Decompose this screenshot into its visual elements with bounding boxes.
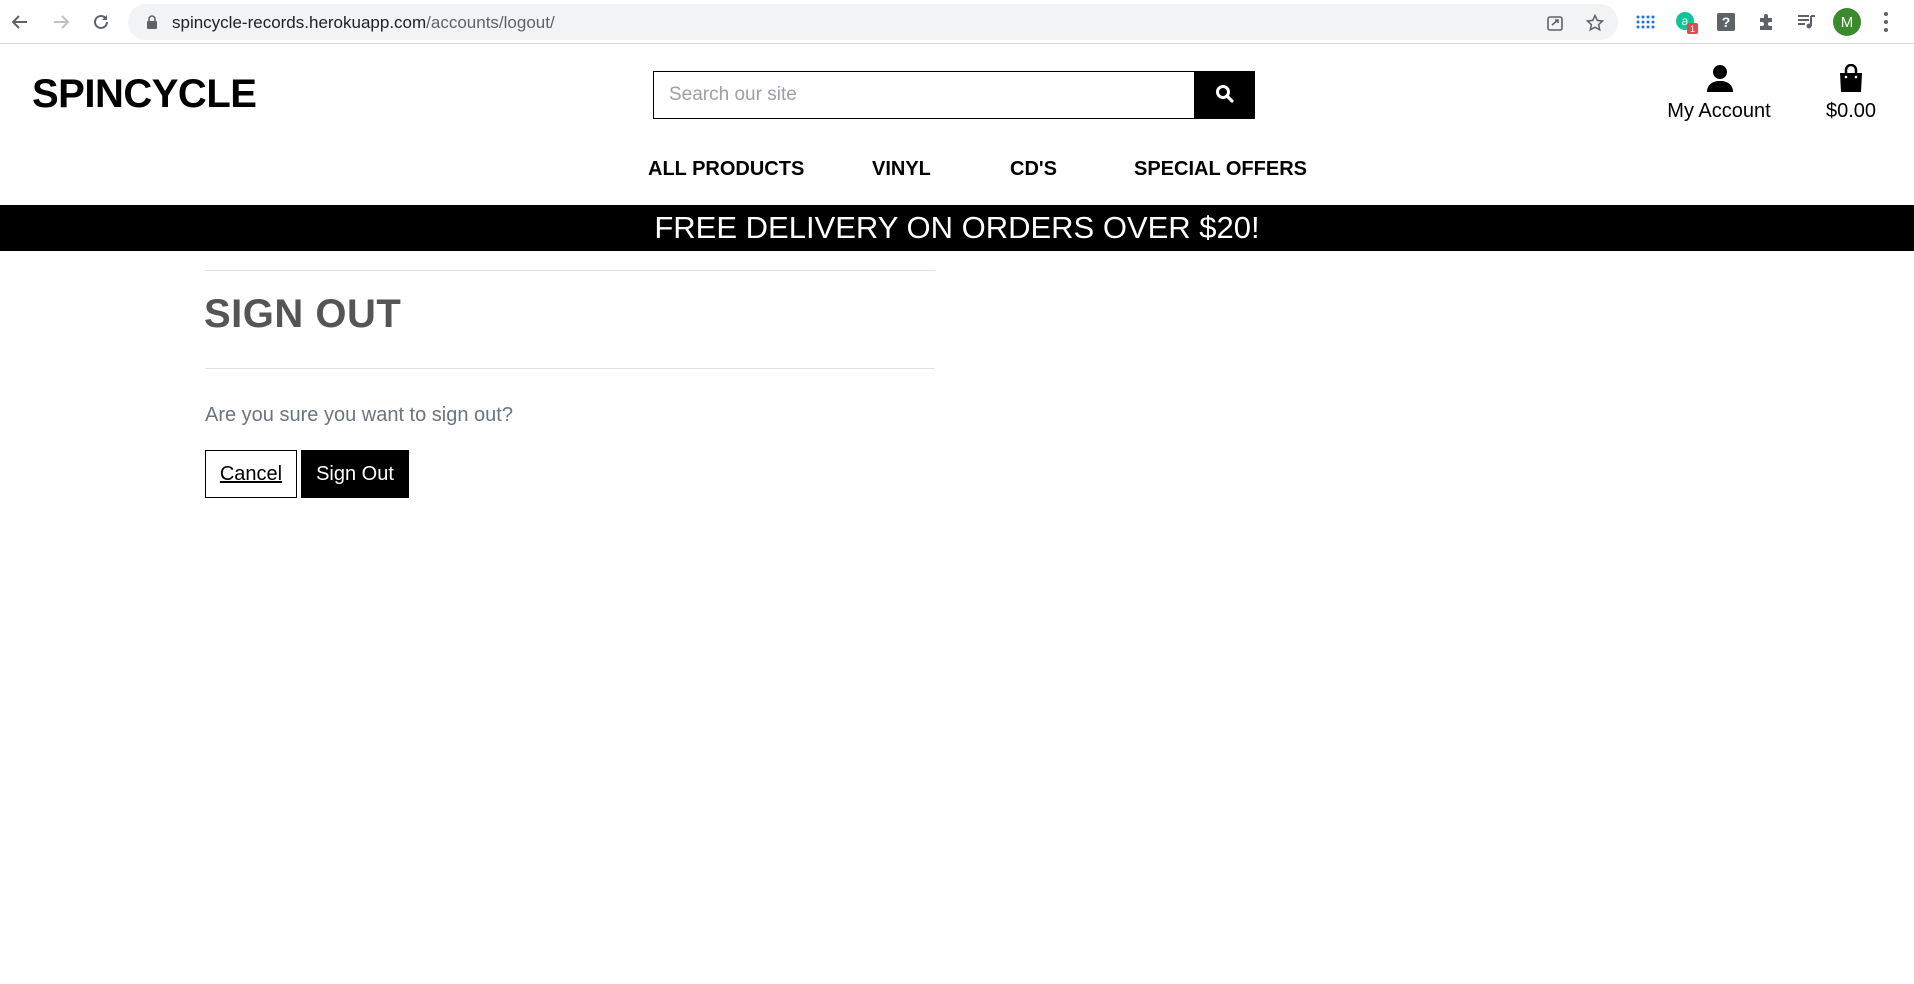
grid-extension-icon[interactable]: [1634, 10, 1658, 34]
bookmark-star-icon[interactable]: [1584, 12, 1606, 34]
search-form: [653, 71, 1255, 119]
reload-icon[interactable]: [87, 8, 115, 36]
nav-vinyl[interactable]: VINYL: [872, 158, 931, 181]
lock-icon: [146, 15, 158, 29]
page-title: SIGN OUT: [204, 292, 402, 336]
help-extension-icon[interactable]: ?: [1714, 10, 1738, 34]
extension-badge: 1: [1690, 24, 1695, 34]
sign-out-button[interactable]: Sign Out: [301, 450, 409, 498]
site-logo[interactable]: SPINCYCLE: [32, 72, 257, 117]
search-icon: [1215, 84, 1235, 107]
nav-all-products[interactable]: ALL PRODUCTS: [648, 158, 804, 181]
shopping-bag-icon: [1839, 63, 1863, 97]
svg-text:?: ?: [1722, 14, 1731, 30]
shopping-bag-link[interactable]: $0.00: [1820, 63, 1882, 124]
bag-total: $0.00: [1825, 100, 1877, 122]
signout-confirm-text: Are you sure you want to sign out?: [205, 404, 513, 426]
divider-bottom: [205, 368, 935, 369]
search-input[interactable]: [653, 71, 1194, 119]
profile-initial: M: [1840, 13, 1854, 31]
search-button[interactable]: [1194, 71, 1255, 119]
forward-arrow-icon[interactable]: [47, 8, 75, 36]
nav-cds[interactable]: CD'S: [1010, 158, 1057, 181]
back-arrow-icon[interactable]: [6, 8, 34, 36]
divider-top: [205, 270, 935, 271]
my-account-label: My Account: [1667, 100, 1771, 122]
grammar-extension-icon[interactable]: a1: [1674, 10, 1698, 34]
address-bar[interactable]: spincycle-records.herokuapp.com/accounts…: [128, 4, 1618, 40]
share-icon[interactable]: [1544, 12, 1566, 34]
main-navigation: ALL PRODUCTS VINYL CD'S SPECIAL OFFERS: [0, 158, 1914, 186]
promo-banner: FREE DELIVERY ON ORDERS OVER $20!: [0, 205, 1914, 251]
media-queue-icon[interactable]: [1794, 10, 1818, 34]
user-icon: [1707, 64, 1733, 97]
cancel-button[interactable]: Cancel: [205, 450, 297, 498]
my-account-link[interactable]: My Account: [1660, 64, 1778, 124]
nav-special-offers[interactable]: SPECIAL OFFERS: [1134, 158, 1307, 181]
profile-avatar[interactable]: M: [1833, 8, 1861, 36]
puzzle-extensions-icon[interactable]: [1754, 10, 1778, 34]
browser-menu-icon[interactable]: [1876, 10, 1896, 34]
browser-toolbar: spincycle-records.herokuapp.com/accounts…: [0, 0, 1914, 44]
url-text: spincycle-records.herokuapp.com/accounts…: [172, 13, 555, 32]
